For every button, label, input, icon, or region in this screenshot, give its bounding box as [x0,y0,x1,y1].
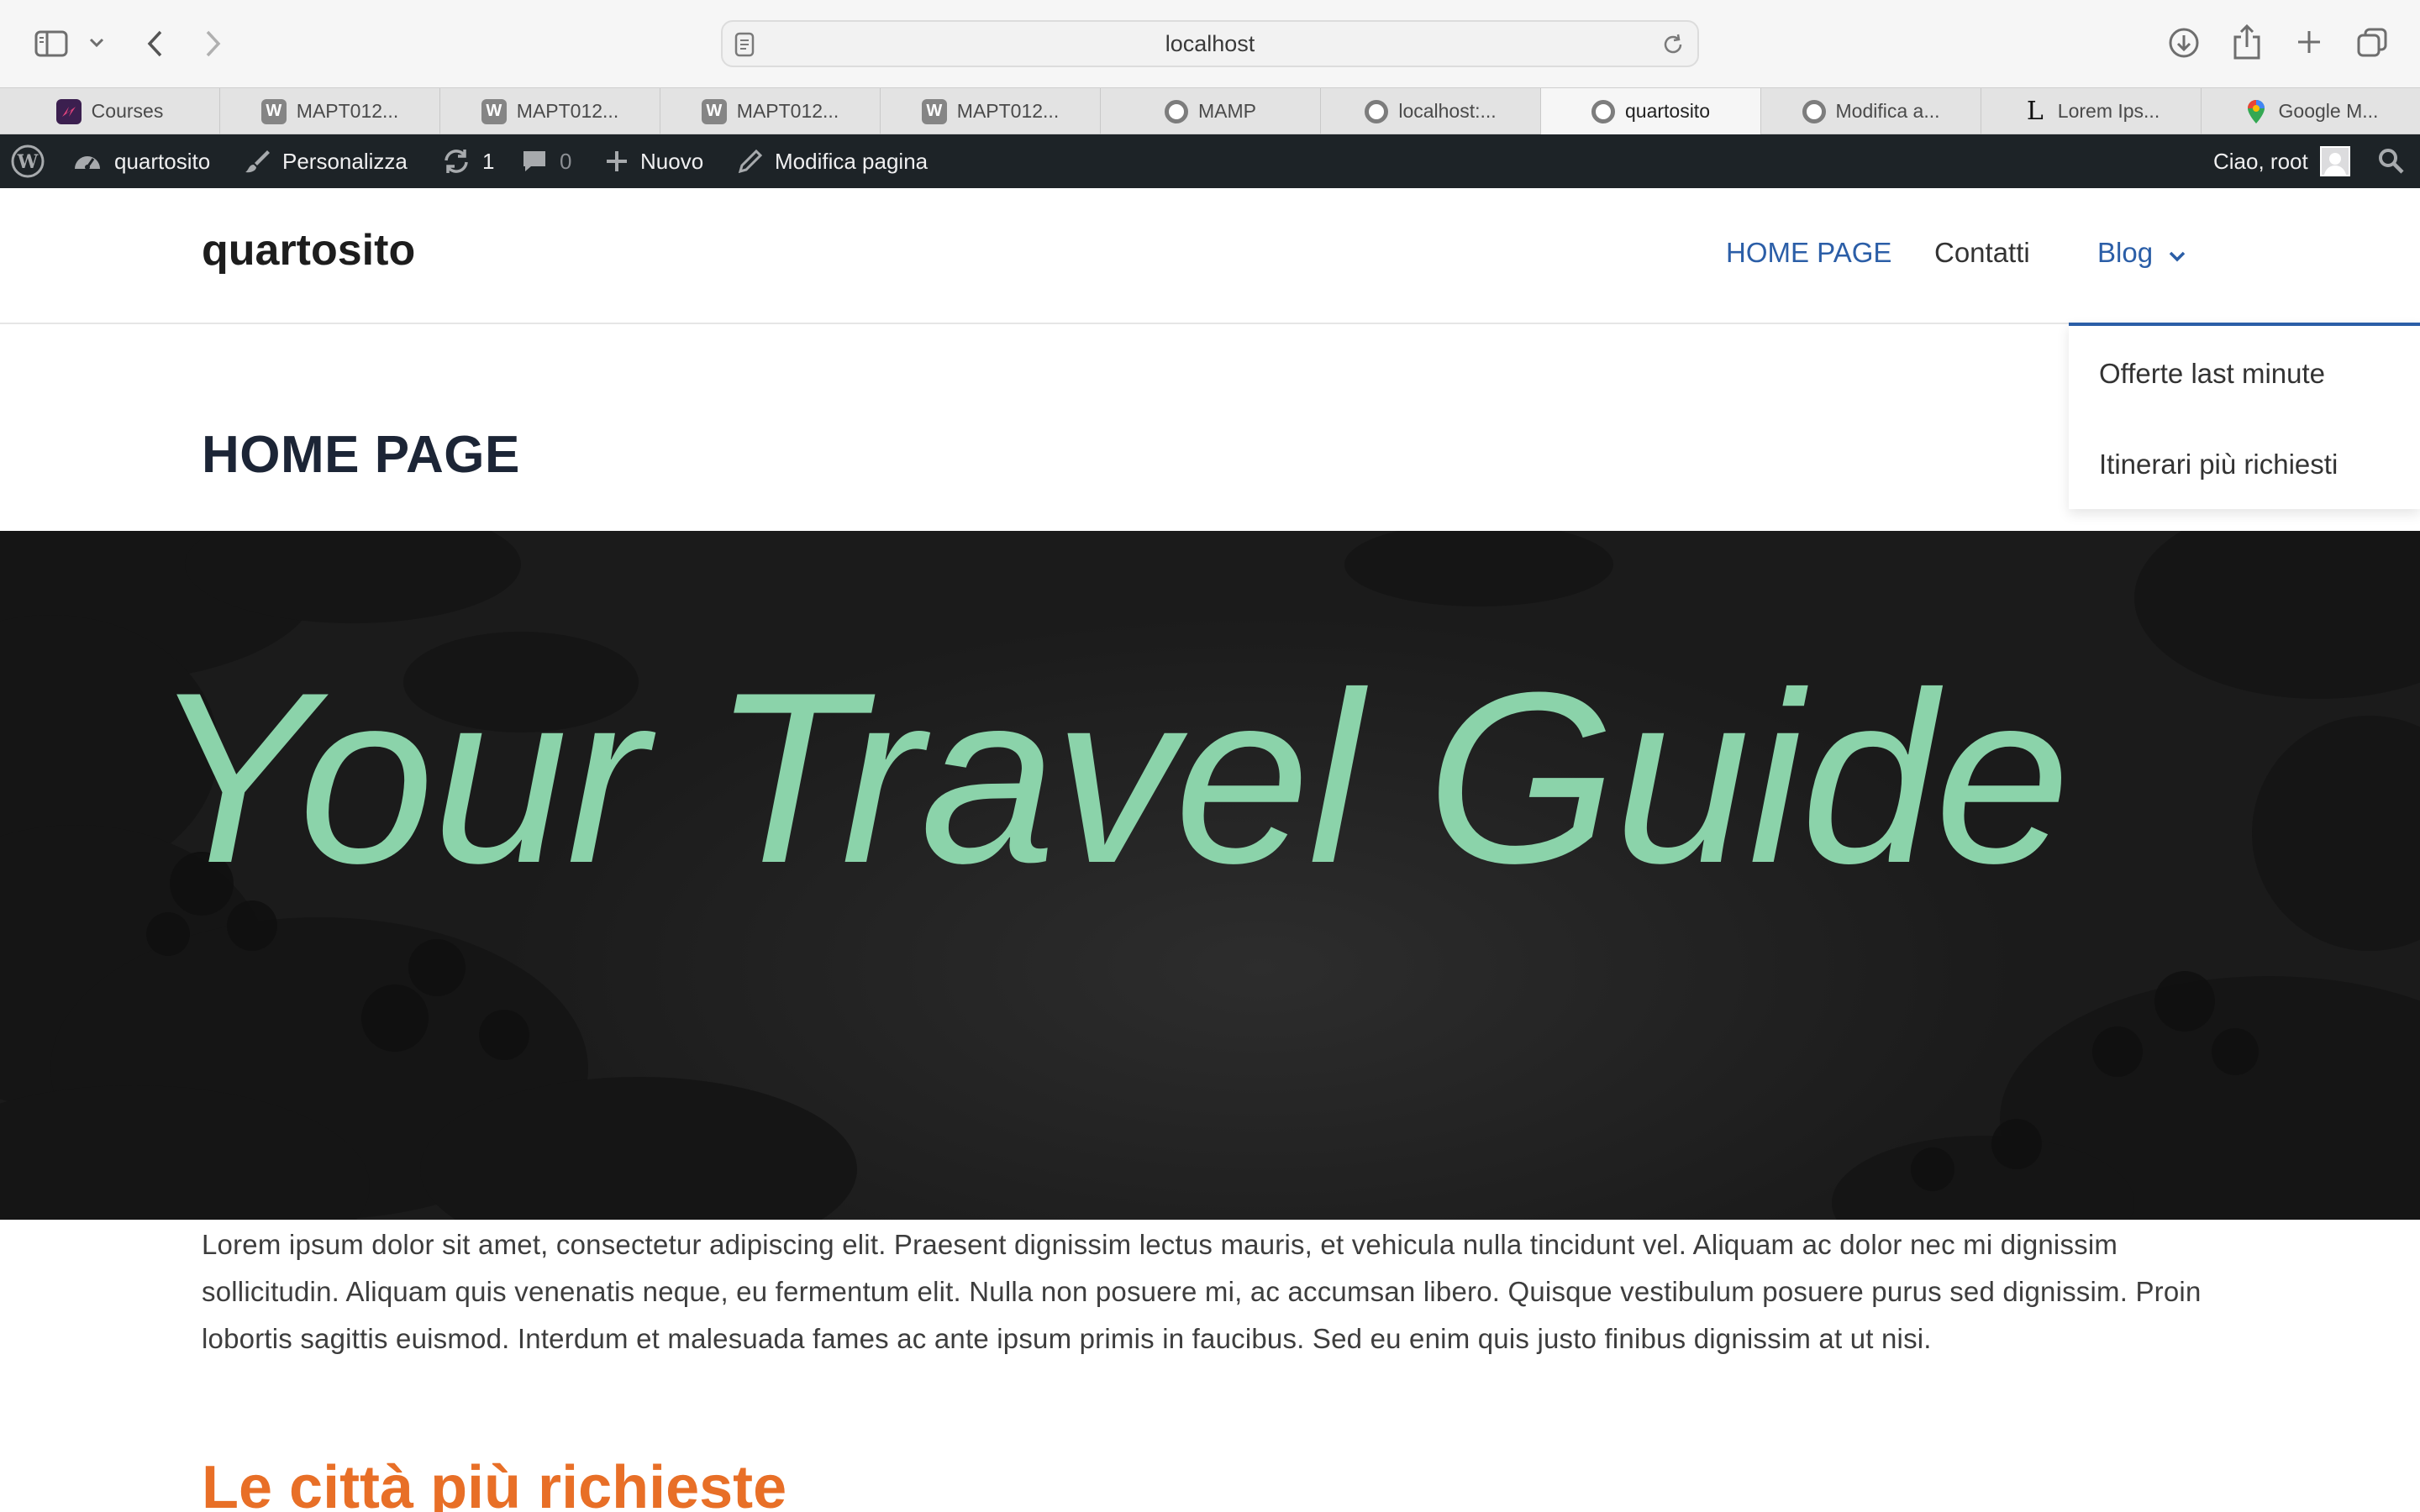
tab-label: quartosito [1624,100,1710,122]
paintbrush-icon [244,148,271,175]
site-title[interactable]: quartosito [202,225,415,276]
address-bar[interactable]: localhost [721,20,1699,67]
submenu-item-itinerari[interactable]: Itinerari più richiesti [2099,449,2338,480]
section-heading: Le città più richieste [202,1454,787,1512]
share-icon[interactable] [2230,22,2264,62]
url-text: localhost [1165,31,1255,56]
lorem-ipsum-icon: L [2026,97,2044,126]
tab-localhost[interactable]: localhost:... [1321,88,1541,134]
search-icon [2378,148,2405,175]
courses-icon [55,98,82,124]
forward-icon[interactable] [200,25,227,62]
adminbar-new[interactable]: Nuovo [605,134,703,188]
intro-paragraph: Lorem ipsum dolor sit amet, consectetur … [202,1229,2202,1354]
browser-toolbar: localhost [0,0,2420,87]
adminbar-updates-count: 1 [482,148,495,174]
tab-strip: Courses W MAPT012... W MAPT012... W MAPT… [0,87,2420,134]
tab-label: Lorem Ips... [2057,100,2160,122]
nav-blog[interactable]: Blog [2097,237,2186,269]
adminbar-edit-page[interactable]: Modifica pagina [738,134,928,188]
svg-text:W: W [17,151,39,173]
adminbar-greeting: Ciao, root [2213,148,2308,174]
google-maps-icon [2244,99,2269,124]
nav-blog-label: Blog [2097,237,2154,268]
tab-courses[interactable]: Courses [0,88,220,134]
avatar [2319,146,2350,176]
hero-title: Your Travel Guide [151,642,2070,914]
tab-overview-icon[interactable] [2354,25,2390,60]
wordpress-w-icon: W [481,98,507,124]
adminbar-updates[interactable]: 1 [442,134,494,188]
pencil-icon [738,149,763,174]
tab-google-maps[interactable]: Google M... [2202,88,2420,134]
tab-label: Google M... [2278,100,2379,122]
wordpress-w-icon: W [921,98,947,124]
tab-label: MAPT012... [516,100,619,122]
tab-label: MAPT012... [956,100,1060,122]
tab-mapt012-4[interactable]: W MAPT012... [881,88,1101,134]
chevron-down-icon [2168,237,2186,269]
adminbar-site-link[interactable]: quartosito [72,134,210,188]
sidebar-toggle-icon[interactable] [32,25,71,62]
mamp-icon [1165,99,1188,123]
adminbar-new-label: Nuovo [640,148,704,174]
tab-mamp[interactable]: MAMP [1101,88,1321,134]
adminbar-customize-label: Personalizza [282,148,408,174]
updates-icon [442,149,471,174]
blog-submenu: Offerte last minute Itinerari più richie… [2069,323,2420,509]
chevron-down-icon[interactable] [86,32,108,54]
adminbar-comments[interactable]: 0 [521,134,571,188]
comment-icon [521,149,548,174]
new-tab-icon[interactable] [2294,25,2324,59]
tab-modifica[interactable]: Modifica a... [1761,88,1981,134]
tab-label: localhost:... [1398,100,1497,122]
tab-label: MAPT012... [736,100,839,122]
adminbar-site-name: quartosito [114,148,211,174]
adminbar-search[interactable] [2378,134,2405,188]
back-icon[interactable] [141,25,168,62]
tab-label: Modifica a... [1835,100,1940,122]
tab-label: MAPT012... [296,100,399,122]
hero-cover: Your Travel Guide [0,531,2420,1220]
tab-label: MAMP [1198,100,1256,122]
tab-quartosito[interactable]: quartosito [1541,88,1761,134]
tab-mapt012-1[interactable]: W MAPT012... [220,88,440,134]
wordpress-w-icon: W [260,98,287,124]
adminbar-account[interactable]: Ciao, root [2213,134,2350,188]
tab-mapt012-2[interactable]: W MAPT012... [440,88,660,134]
dashboard-icon [72,149,103,174]
wordpress-logo-icon: W [10,144,45,179]
site-header: quartosito HOME PAGE Contatti Blog [0,188,2420,324]
adminbar-edit-page-label: Modifica pagina [775,148,929,174]
wp-admin-bar: W quartosito Personalizza 1 0 Nuovo Modi… [0,134,2420,188]
reload-icon[interactable] [1660,32,1686,61]
wordpress-w-icon: W [701,98,727,124]
nav-contacts[interactable]: Contatti [1934,237,2030,269]
downloads-icon[interactable] [2166,25,2202,60]
tab-mapt012-3[interactable]: W MAPT012... [660,88,881,134]
adminbar-customize[interactable]: Personalizza [244,134,408,188]
nav-home[interactable]: HOME PAGE [1726,237,1891,269]
tab-label: Courses [91,100,164,122]
mamp-icon [1365,99,1389,123]
page-title: HOME PAGE [202,426,520,484]
mamp-icon [1802,99,1826,123]
plus-icon [605,150,629,173]
mamp-icon [1591,99,1615,123]
tab-lorem-ipsum[interactable]: L Lorem Ips... [1981,88,2202,134]
adminbar-comments-count: 0 [560,148,572,174]
submenu-item-offerte[interactable]: Offerte last minute [2099,358,2325,390]
wordpress-logo-button[interactable]: W [10,134,45,188]
